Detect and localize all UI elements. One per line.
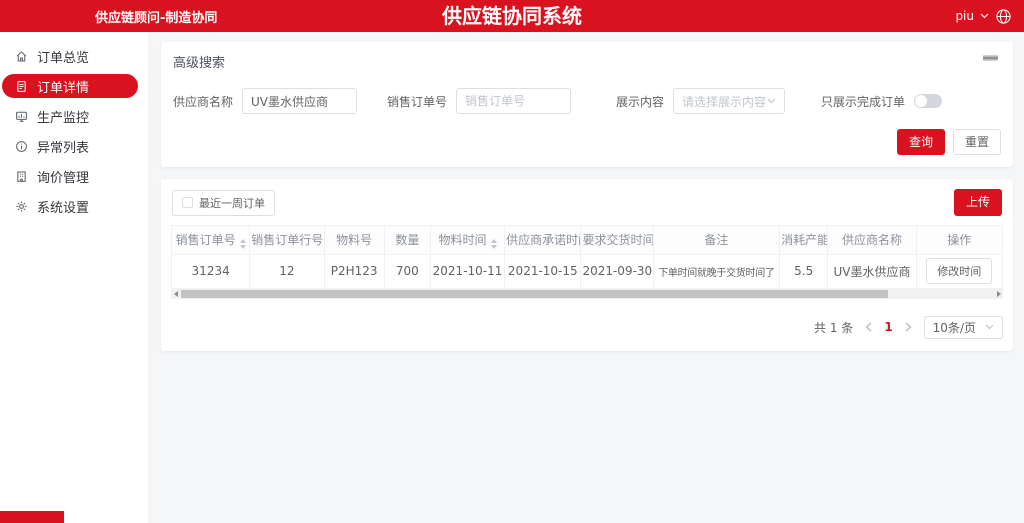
sidebar-item-label: 异常列表 bbox=[37, 137, 89, 156]
table-header-cell: 备注 bbox=[653, 225, 779, 254]
table-toolbar: 最近一周订单 上传 bbox=[171, 187, 1003, 224]
supplier-name-label: 供应商名称 bbox=[173, 93, 233, 110]
collapse-panel-icon[interactable] bbox=[983, 55, 998, 61]
document-icon bbox=[15, 80, 28, 93]
total-count: 共 1 条 bbox=[814, 319, 853, 336]
table-header-cell[interactable]: 供应商承诺时间 bbox=[505, 225, 581, 254]
table-cell: 2021-10-15 bbox=[505, 254, 581, 288]
search-actions: 查询 重置 bbox=[173, 129, 1001, 155]
table-cell: 2021-09-30 bbox=[581, 254, 653, 288]
sidebar-item-system-settings[interactable]: 系统设置 bbox=[2, 194, 138, 218]
chevron-down-icon[interactable] bbox=[980, 13, 989, 19]
sales-order-label: 销售订单号 bbox=[387, 93, 447, 110]
building-icon bbox=[15, 170, 28, 183]
table-action-cell: 修改时间 bbox=[916, 254, 1002, 288]
table-cell: P2H123 bbox=[324, 254, 384, 288]
sidebar-item-label: 询价管理 bbox=[37, 167, 89, 186]
next-page-button[interactable] bbox=[905, 322, 912, 332]
page-size-value: 10条/页 bbox=[933, 319, 976, 336]
sidebar-item-production-monitor[interactable]: 生产监控 bbox=[2, 104, 138, 128]
sort-icon[interactable] bbox=[491, 239, 497, 249]
table-header-cell: 供应商名称 bbox=[828, 225, 916, 254]
search-form: 供应商名称 销售订单号 展示内容 请选择展示内容 bbox=[173, 88, 1001, 114]
brand-text: 供应链顾问-制造协同 bbox=[95, 7, 217, 26]
orders-table-body: 3123412P2H1237002021-10-112021-10-152021… bbox=[172, 254, 1003, 288]
sidebar-item-order-overview[interactable]: 订单总览 bbox=[2, 44, 138, 68]
chevron-down-icon bbox=[767, 98, 776, 104]
completed-orders-toggle-label: 只展示完成订单 bbox=[821, 93, 905, 110]
display-content-placeholder: 请选择展示内容 bbox=[682, 93, 766, 110]
completed-orders-toggle-group: 只展示完成订单 bbox=[821, 93, 942, 110]
sidebar-item-label: 生产监控 bbox=[37, 107, 89, 126]
globe-icon[interactable] bbox=[995, 8, 1012, 25]
sales-order-field-group: 销售订单号 bbox=[387, 88, 571, 114]
display-content-label: 展示内容 bbox=[616, 93, 664, 110]
advanced-search-card: 高级搜索 供应商名称 销售订单号 展示内容 请选择展示内容 bbox=[161, 42, 1013, 167]
table-row: 3123412P2H1237002021-10-112021-10-152021… bbox=[172, 254, 1003, 288]
page-title: 供应链协同系统 bbox=[442, 0, 582, 32]
topbar: 供应链顾问-制造协同 供应链协同系统 piu bbox=[0, 0, 1024, 32]
table-cell: 31234 bbox=[172, 254, 250, 288]
display-content-field-group: 展示内容 请选择展示内容 bbox=[616, 88, 785, 114]
table-header-cell[interactable]: 销售订单号 bbox=[172, 225, 250, 254]
recent-week-orders-checkbox[interactable]: 最近一周订单 bbox=[172, 190, 275, 216]
info-circle-icon bbox=[15, 140, 28, 153]
table-header-cell[interactable]: 物料时间 bbox=[430, 225, 504, 254]
user-name[interactable]: piu bbox=[955, 9, 974, 23]
sidebar: 订单总览 订单详情 生产监控 异常列表 bbox=[0, 32, 148, 523]
reset-button[interactable]: 重置 bbox=[953, 129, 1001, 155]
table-cell: 12 bbox=[250, 254, 324, 288]
scroll-right-arrow-icon[interactable] bbox=[994, 289, 1003, 299]
monitor-chart-icon bbox=[15, 110, 28, 123]
table-header-cell: 销售订单行号 bbox=[250, 225, 324, 254]
search-card-title: 高级搜索 bbox=[173, 52, 1001, 71]
chevron-down-icon bbox=[985, 324, 994, 330]
horizontal-scrollbar[interactable] bbox=[171, 289, 1003, 299]
upload-button[interactable]: 上传 bbox=[954, 189, 1002, 215]
table-cell: 700 bbox=[384, 254, 430, 288]
table-cell: UV墨水供应商 bbox=[828, 254, 916, 288]
app-window: 供应链顾问-制造协同 供应链协同系统 piu 订单总览 bbox=[0, 0, 1024, 523]
supplier-name-field-group: 供应商名称 bbox=[173, 88, 357, 114]
checkbox-icon bbox=[182, 197, 193, 208]
recent-week-orders-label: 最近一周订单 bbox=[199, 195, 265, 211]
pagination: 共 1 条 1 10条/页 bbox=[171, 316, 1003, 339]
sidebar-item-order-details[interactable]: 订单详情 bbox=[2, 74, 138, 98]
sidebar-item-inquiry-management[interactable]: 询价管理 bbox=[2, 164, 138, 188]
content-area: 高级搜索 供应商名称 销售订单号 展示内容 请选择展示内容 bbox=[148, 32, 1024, 523]
prev-page-button[interactable] bbox=[865, 322, 872, 332]
bottom-red-bar bbox=[0, 511, 64, 523]
sidebar-item-label: 订单总览 bbox=[37, 47, 89, 66]
scroll-left-arrow-icon[interactable] bbox=[171, 289, 180, 299]
query-button[interactable]: 查询 bbox=[897, 129, 945, 155]
table-cell: 下单时间就晚于交货时间了 bbox=[653, 254, 779, 288]
completed-orders-toggle[interactable] bbox=[914, 94, 942, 108]
display-content-select[interactable]: 请选择展示内容 bbox=[673, 88, 785, 114]
orders-table-head: 销售订单号销售订单行号物料号数量物料时间供应商承诺时间要求交货时间备注消耗产能供… bbox=[172, 225, 1003, 254]
sidebar-item-exception-list[interactable]: 异常列表 bbox=[2, 134, 138, 158]
sidebar-item-label: 系统设置 bbox=[37, 197, 89, 216]
sidebar-item-label: 订单详情 bbox=[37, 77, 89, 96]
current-page[interactable]: 1 bbox=[884, 320, 892, 334]
orders-card: 最近一周订单 上传 销售订单号销售订单行号物料号数量物料时间供应商承诺时间要求交… bbox=[161, 179, 1013, 350]
supplier-name-input[interactable] bbox=[242, 88, 357, 114]
table-header-cell: 数量 bbox=[384, 225, 430, 254]
table-cell: 2021-10-11 bbox=[430, 254, 504, 288]
sort-icon[interactable] bbox=[240, 239, 246, 249]
table-cell: 5.5 bbox=[780, 254, 828, 288]
home-icon bbox=[15, 50, 28, 63]
table-header-cell[interactable]: 要求交货时间 bbox=[581, 225, 653, 254]
table-header-cell: 消耗产能 bbox=[780, 225, 828, 254]
page-size-select[interactable]: 10条/页 bbox=[924, 316, 1003, 339]
orders-table: 销售订单号销售订单行号物料号数量物料时间供应商承诺时间要求交货时间备注消耗产能供… bbox=[171, 225, 1003, 289]
table-header-cell: 物料号 bbox=[324, 225, 384, 254]
modify-time-button[interactable]: 修改时间 bbox=[926, 258, 992, 284]
sales-order-input[interactable] bbox=[456, 88, 571, 114]
table-header-cell: 操作 bbox=[916, 225, 1002, 254]
scrollbar-thumb[interactable] bbox=[181, 290, 888, 298]
gear-icon bbox=[15, 200, 28, 213]
user-area: piu bbox=[955, 8, 1012, 25]
